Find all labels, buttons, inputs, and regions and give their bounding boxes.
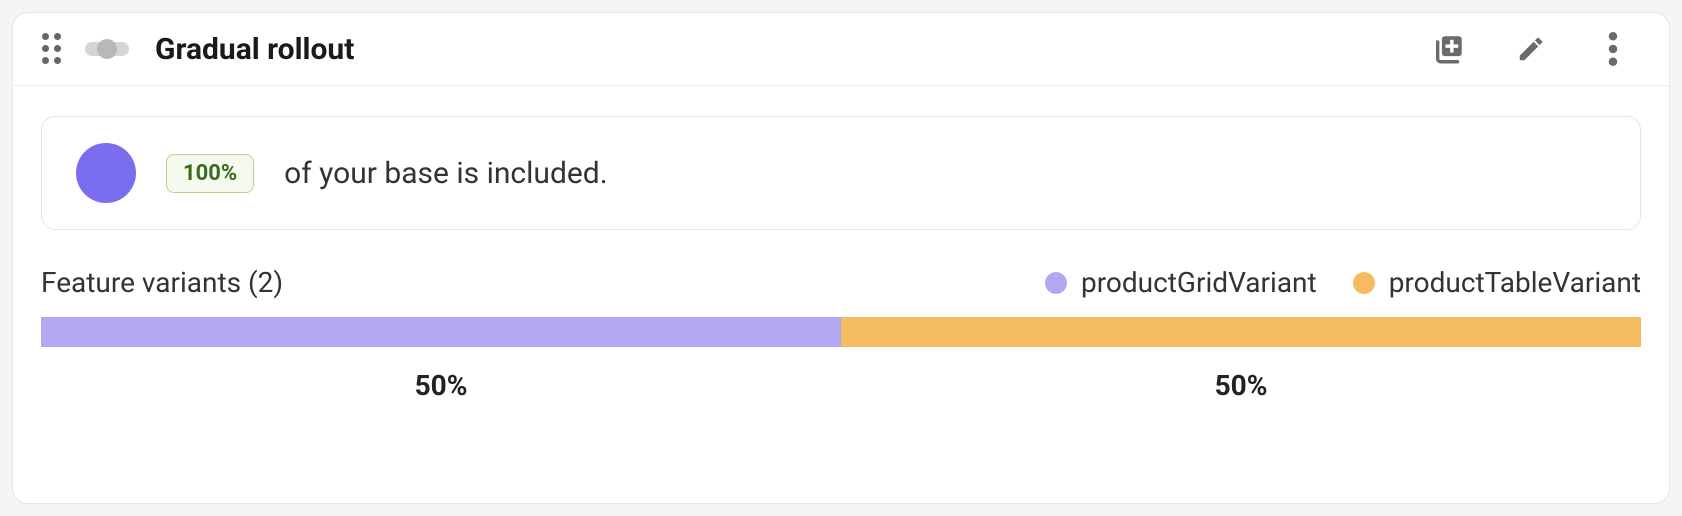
percentage-badge: 100% [166, 154, 254, 193]
distribution-percent-label: 50% [841, 369, 1641, 402]
card-header: Gradual rollout [13, 13, 1669, 86]
variants-label: Feature variants (2) [41, 266, 1045, 299]
kebab-menu-icon [1608, 32, 1618, 66]
legend-item: productGridVariant [1045, 266, 1317, 299]
drag-handle-icon[interactable] [41, 34, 63, 64]
legend-dot-icon [1353, 272, 1375, 294]
info-box: 100% of your base is included. [41, 116, 1641, 230]
card-actions [1431, 31, 1641, 67]
strategy-card: Gradual rollout [12, 12, 1670, 504]
legend-label: productGridVariant [1081, 266, 1317, 299]
variants-legend: productGridVariant productTableVariant [1045, 266, 1641, 299]
distribution-segment [841, 317, 1641, 347]
info-text: of your base is included. [284, 156, 607, 191]
variants-distribution-bar [41, 317, 1641, 347]
legend-item: productTableVariant [1353, 266, 1641, 299]
variants-distribution-labels: 50%50% [41, 369, 1641, 402]
card-title: Gradual rollout [155, 32, 1431, 67]
strategy-toggle-icon [85, 42, 129, 56]
variants-row: Feature variants (2) productGridVariantp… [41, 266, 1641, 299]
edit-button[interactable] [1513, 31, 1549, 67]
copy-button[interactable] [1431, 31, 1467, 67]
legend-label: productTableVariant [1389, 266, 1641, 299]
legend-dot-icon [1045, 272, 1067, 294]
more-menu-button[interactable] [1595, 31, 1631, 67]
status-dot-icon [76, 143, 136, 203]
pencil-icon [1516, 34, 1546, 64]
distribution-segment [41, 317, 841, 347]
copy-plus-icon [1432, 32, 1466, 66]
card-body: 100% of your base is included. Feature v… [13, 86, 1669, 422]
distribution-percent-label: 50% [41, 369, 841, 402]
